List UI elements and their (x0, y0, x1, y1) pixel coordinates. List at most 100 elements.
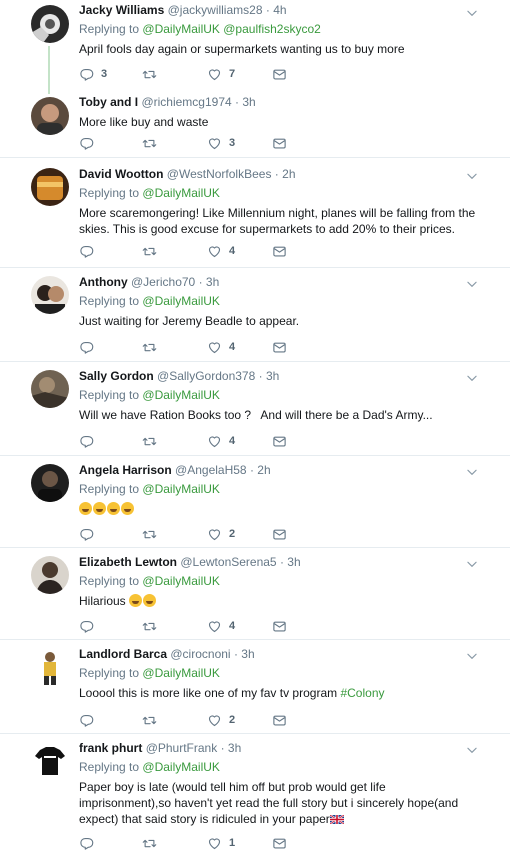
author-handle[interactable]: @WestNorfolkBees (167, 167, 272, 181)
chevron-down-icon[interactable] (465, 649, 479, 663)
like-button[interactable]: 4 (207, 433, 235, 449)
author-name[interactable]: Sally Gordon (79, 369, 154, 383)
avatar[interactable] (31, 370, 69, 408)
avatar[interactable] (31, 464, 69, 502)
retweet-button[interactable] (142, 712, 164, 728)
direct-message-button[interactable] (272, 433, 287, 449)
reply-button[interactable] (79, 339, 101, 355)
direct-message-button[interactable] (272, 339, 287, 355)
direct-message-button[interactable] (272, 243, 287, 259)
author-handle[interactable]: @LewtonSerena5 (180, 555, 276, 569)
direct-message-button[interactable] (272, 712, 287, 728)
author-handle[interactable]: @jackywilliams28 (168, 3, 263, 17)
like-button[interactable]: 1 (207, 835, 235, 851)
author-handle[interactable]: @Jericho70 (131, 275, 195, 289)
timestamp[interactable]: 3h (206, 275, 219, 289)
tweet[interactable]: Toby and I @richiemcg1974 · 3h More like… (0, 91, 510, 158)
avatar[interactable] (31, 276, 69, 314)
tweet-text: Looool this is more like one of my fav t… (79, 686, 338, 700)
retweet-button[interactable] (142, 339, 164, 355)
author-name[interactable]: Toby and I (79, 95, 138, 109)
avatar[interactable] (31, 742, 69, 780)
reply-button[interactable] (79, 243, 101, 259)
replying-to-link[interactable]: @DailyMailUK (142, 482, 220, 496)
direct-message-button[interactable] (272, 66, 287, 82)
tweet[interactable]: Landlord Barca @cirocnoni · 3h Replying … (0, 640, 510, 734)
replying-to-link[interactable]: @DailyMailUK @paulfish2skyco2 (142, 22, 320, 36)
replying-to-link[interactable]: @DailyMailUK (142, 666, 220, 680)
author-name[interactable]: frank phurt (79, 741, 142, 755)
timestamp[interactable]: 3h (266, 369, 279, 383)
tweet[interactable]: Jacky Williams @jackywilliams28 · 4h Rep… (0, 0, 510, 94)
reply-button[interactable] (79, 835, 101, 851)
direct-message-button[interactable] (272, 526, 287, 542)
author-name[interactable]: Elizabeth Lewton (79, 555, 177, 569)
tweet[interactable]: Anthony @Jericho70 · 3h Replying to @Dai… (0, 268, 510, 362)
replying-to-link[interactable]: @DailyMailUK (142, 574, 220, 588)
chevron-down-icon[interactable] (465, 465, 479, 479)
chevron-down-icon[interactable] (465, 743, 479, 757)
author-handle[interactable]: @SallyGordon378 (157, 369, 255, 383)
replying-to-link[interactable]: @DailyMailUK (142, 760, 220, 774)
timestamp[interactable]: 3h (241, 647, 254, 661)
reply-button[interactable] (79, 433, 101, 449)
author-name[interactable]: Jacky Williams (79, 3, 164, 17)
hashtag-link[interactable]: #Colony (340, 686, 384, 700)
replying-to-link[interactable]: @DailyMailUK (142, 294, 220, 308)
timestamp[interactable]: 4h (273, 3, 286, 17)
like-button[interactable]: 3 (207, 135, 235, 151)
like-count: 4 (229, 435, 236, 447)
retweet-button[interactable] (142, 835, 164, 851)
chevron-down-icon[interactable] (465, 169, 479, 183)
tweet[interactable]: Elizabeth Lewton @LewtonSerena5 · 3h Rep… (0, 548, 510, 640)
like-button[interactable]: 4 (207, 339, 235, 355)
reply-button[interactable] (79, 712, 101, 728)
like-button[interactable]: 2 (207, 526, 235, 542)
timestamp[interactable]: 2h (257, 463, 270, 477)
author-handle[interactable]: @cirocnoni (170, 647, 230, 661)
retweet-button[interactable] (142, 618, 164, 634)
reply-button[interactable] (79, 526, 101, 542)
reply-button[interactable] (79, 135, 101, 151)
direct-message-button[interactable] (272, 618, 287, 634)
avatar[interactable] (31, 648, 69, 686)
avatar[interactable] (31, 556, 69, 594)
retweet-button[interactable] (142, 526, 164, 542)
timestamp[interactable]: 3h (228, 741, 241, 755)
tweet[interactable]: Sally Gordon @SallyGordon378 · 3h Replyi… (0, 362, 510, 456)
replying-to-link[interactable]: @DailyMailUK (142, 388, 220, 402)
chevron-down-icon[interactable] (465, 277, 479, 291)
timestamp[interactable]: 3h (287, 555, 300, 569)
chevron-down-icon[interactable] (465, 6, 479, 20)
author-handle[interactable]: @richiemcg1974 (141, 95, 231, 109)
retweet-button[interactable] (142, 243, 164, 259)
author-name[interactable]: Angela Harrison (79, 463, 172, 477)
retweet-button[interactable] (142, 433, 164, 449)
retweet-button[interactable] (142, 66, 164, 82)
reply-button[interactable]: 3 (79, 66, 107, 82)
direct-message-button[interactable] (272, 835, 287, 851)
retweet-button[interactable] (142, 135, 164, 151)
author-handle[interactable]: @AngelaH58 (175, 463, 247, 477)
avatar[interactable] (31, 5, 69, 43)
timestamp[interactable]: 2h (282, 167, 295, 181)
like-button[interactable]: 4 (207, 243, 235, 259)
avatar[interactable] (31, 168, 69, 206)
author-name[interactable]: Landlord Barca (79, 647, 167, 661)
like-button[interactable]: 7 (207, 66, 235, 82)
timestamp[interactable]: 3h (242, 95, 255, 109)
chevron-down-icon[interactable] (465, 557, 479, 571)
tweet[interactable]: frank phurt @PhurtFrank · 3h Replying to… (0, 734, 510, 859)
chevron-down-icon[interactable] (465, 371, 479, 385)
author-name[interactable]: Anthony (79, 275, 128, 289)
replying-to-link[interactable]: @DailyMailUK (142, 186, 220, 200)
reply-button[interactable] (79, 618, 101, 634)
tweet[interactable]: Angela Harrison @AngelaH58 · 2h Replying… (0, 456, 510, 548)
author-handle[interactable]: @PhurtFrank (146, 741, 218, 755)
direct-message-button[interactable] (272, 135, 287, 151)
tweet[interactable]: David Wootton @WestNorfolkBees · 2h Repl… (0, 158, 510, 268)
like-button[interactable]: 4 (207, 618, 235, 634)
like-button[interactable]: 2 (207, 712, 235, 728)
avatar[interactable] (31, 97, 69, 135)
author-name[interactable]: David Wootton (79, 167, 163, 181)
